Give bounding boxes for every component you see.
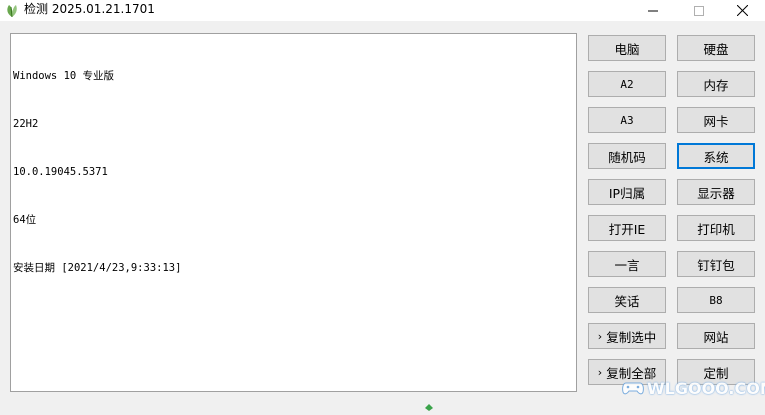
close-icon <box>736 5 748 16</box>
computer-button[interactable]: 电脑 <box>588 35 666 61</box>
output-line: Windows 10 专业版 <box>13 70 115 82</box>
output-line: 64位 <box>13 214 37 226</box>
maximize-button[interactable] <box>676 0 722 21</box>
disk-button[interactable]: 硬盘 <box>677 35 755 61</box>
system-button[interactable]: 系统 <box>677 143 755 169</box>
random-code-button[interactable]: 随机码 <box>588 143 666 169</box>
gamepad-icon <box>622 382 644 395</box>
a2-button[interactable]: A2 <box>588 71 666 97</box>
printer-button[interactable]: 打印机 <box>677 215 755 241</box>
watermark-text: WLGOOO.COM <box>647 378 765 398</box>
chevron-right-icon: › <box>597 365 603 379</box>
window-title: 检测 2025.01.21.1701 <box>24 2 155 16</box>
output-line: 10.0.19045.5371 <box>13 166 108 178</box>
display-button[interactable]: 显示器 <box>677 179 755 205</box>
memory-button[interactable]: 内存 <box>677 71 755 97</box>
minimize-button[interactable] <box>630 0 676 21</box>
ip-location-button[interactable]: IP归属 <box>588 179 666 205</box>
watermark: WLGOOO.COM <box>622 376 765 400</box>
b8-button[interactable]: B8 <box>677 287 755 313</box>
app-leaf-icon <box>4 2 20 18</box>
copy-selected-label: 复制选中 <box>606 329 657 345</box>
output-line: 22H2 <box>13 118 39 130</box>
splitter-arrow-icon[interactable] <box>425 396 433 411</box>
a3-button[interactable]: A3 <box>588 107 666 133</box>
minimize-icon <box>648 10 658 11</box>
one-quote-button[interactable]: 一言 <box>588 251 666 277</box>
chevron-right-icon: › <box>597 329 603 343</box>
output-textarea[interactable]: Windows 10 专业版 22H2 10.0.19045.5371 64位 … <box>10 33 577 392</box>
nic-button[interactable]: 网卡 <box>677 107 755 133</box>
maximize-icon <box>694 5 704 16</box>
copy-selected-button[interactable]: › 复制选中 <box>588 323 666 349</box>
close-button[interactable] <box>719 0 765 21</box>
output-line: 安装日期 [2021/4/23,9:33:13] <box>13 262 182 274</box>
title-bar[interactable]: 检测 2025.01.21.1701 <box>0 0 765 21</box>
joke-button[interactable]: 笑话 <box>588 287 666 313</box>
website-button[interactable]: 网站 <box>677 323 755 349</box>
dingding-button[interactable]: 钉钉包 <box>677 251 755 277</box>
open-ie-button[interactable]: 打开IE <box>588 215 666 241</box>
